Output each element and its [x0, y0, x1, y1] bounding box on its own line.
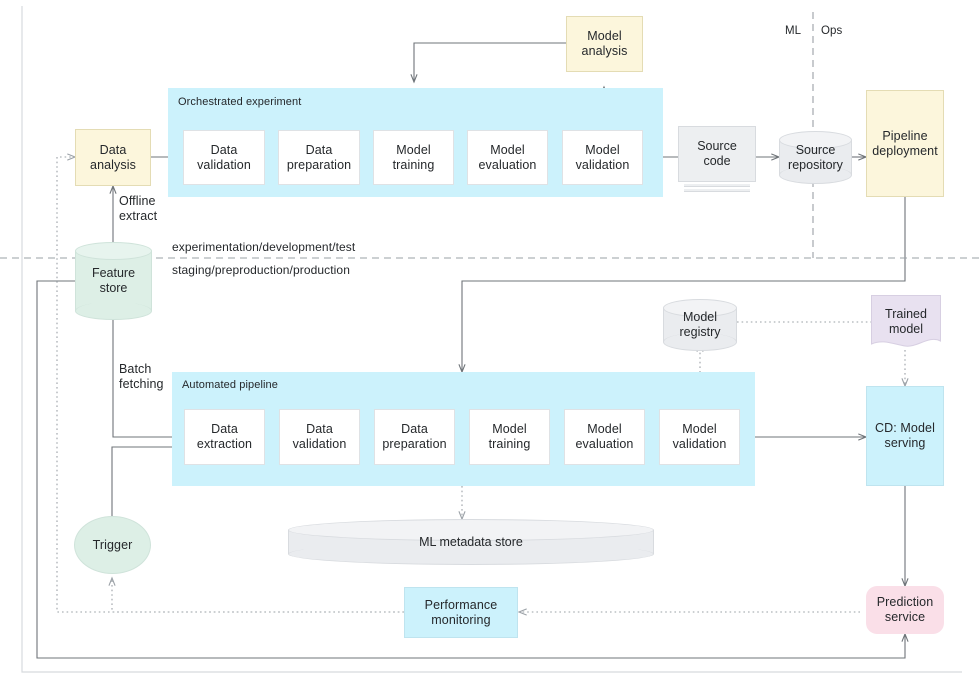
- source-repository-label: Source repository: [788, 142, 843, 172]
- node-trained-model[interactable]: Trained model: [871, 295, 941, 351]
- source-code-sheet-2: [684, 189, 750, 192]
- source-code-sheet-1: [684, 184, 750, 187]
- node-cd-model-serving[interactable]: CD: Model serving: [866, 386, 944, 486]
- node-automated-data-validation[interactable]: Data validation: [279, 409, 360, 465]
- node-orchestrated-data-preparation[interactable]: Data preparation: [278, 130, 360, 185]
- node-model-analysis[interactable]: Model analysis: [566, 16, 643, 72]
- node-feature-store[interactable]: Feature store: [75, 242, 152, 320]
- model-registry-label: Model registry: [679, 310, 721, 339]
- node-automated-data-extraction[interactable]: Data extraction: [184, 409, 265, 465]
- panel-orchestrated-experiment-label: Orchestrated experiment: [178, 96, 302, 108]
- node-pipeline-deployment[interactable]: Pipeline deployment: [866, 90, 944, 197]
- node-prediction-service[interactable]: Prediction service: [866, 586, 944, 634]
- environment-label-bottom: staging/preproduction/production: [172, 263, 350, 277]
- node-source-code[interactable]: Source code: [678, 126, 756, 194]
- node-performance-monitoring[interactable]: Performance monitoring: [404, 587, 518, 638]
- node-automated-data-preparation[interactable]: Data preparation: [374, 409, 455, 465]
- boundary-label-ops: Ops: [821, 25, 843, 37]
- source-code-face: Source code: [678, 126, 756, 182]
- trained-model-label: Trained model: [885, 307, 927, 336]
- feature-store-label: Feature store: [91, 266, 136, 295]
- node-source-repository[interactable]: Source repository: [779, 131, 852, 184]
- node-orchestrated-data-validation[interactable]: Data validation: [183, 130, 265, 185]
- node-automated-model-training[interactable]: Model training: [469, 409, 550, 465]
- node-model-registry[interactable]: Model registry: [663, 299, 737, 351]
- node-orchestrated-model-validation[interactable]: Model validation: [562, 130, 643, 185]
- environment-label-top: experimentation/development/test: [172, 240, 356, 254]
- node-orchestrated-model-training[interactable]: Model training: [373, 130, 454, 185]
- node-trigger[interactable]: Trigger: [74, 516, 151, 574]
- node-automated-model-validation[interactable]: Model validation: [659, 409, 740, 465]
- mlops-diagram-canvas: Orchestrated experiment Automated pipeli…: [0, 0, 980, 679]
- edge-label-batch-fetching: Batch fetching: [119, 362, 164, 391]
- panel-automated-pipeline-label: Automated pipeline: [182, 379, 278, 391]
- edge-label-offline-extract: Offline extract: [119, 194, 158, 223]
- node-orchestrated-model-evaluation[interactable]: Model evaluation: [467, 130, 548, 185]
- ml-metadata-store-label: ML metadata store: [419, 535, 523, 549]
- node-automated-model-evaluation[interactable]: Model evaluation: [564, 409, 645, 465]
- node-data-analysis[interactable]: Data analysis: [75, 129, 151, 186]
- node-ml-metadata-store[interactable]: ML metadata store: [288, 519, 654, 565]
- boundary-label-ml: ML: [785, 25, 802, 37]
